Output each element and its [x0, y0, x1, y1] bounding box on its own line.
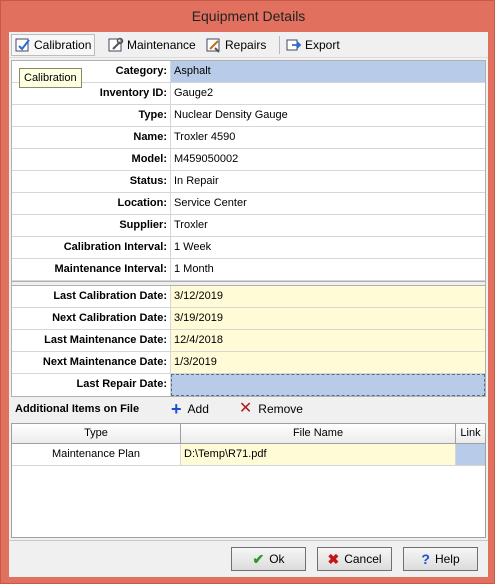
field-label: Maintenance Interval:: [12, 259, 171, 280]
status-field[interactable]: In Repair: [171, 171, 485, 192]
plus-icon: +: [171, 399, 182, 419]
field-row-type: Type: Nuclear Density Gauge: [12, 105, 485, 127]
inventory-id-field[interactable]: Gauge2: [171, 83, 485, 104]
help-question-icon: ?: [421, 551, 430, 567]
field-row-supplier: Supplier: Troxler: [12, 215, 485, 237]
export-label: Export: [305, 38, 340, 52]
cancel-label: Cancel: [344, 552, 382, 566]
field-label: Last Maintenance Date:: [12, 330, 171, 351]
additional-items-bar: Additional Items on File + Add ✕ Remove: [11, 398, 486, 420]
additional-items-title: Additional Items on File: [15, 403, 140, 415]
model-field[interactable]: M459050002: [171, 149, 485, 170]
field-label: Last Calibration Date:: [12, 286, 171, 307]
date-row-next-calibration: Next Calibration Date: 3/19/2019: [12, 308, 485, 330]
dialog-button-bar: ✔ Ok ✖ Cancel ? Help: [9, 540, 488, 577]
date-row-next-maintenance: Next Maintenance Date: 1/3/2019: [12, 352, 485, 374]
field-row-name: Name: Troxler 4590: [12, 127, 485, 149]
date-row-last-calibration: Last Calibration Date: 3/12/2019: [12, 286, 485, 308]
last-repair-date-field[interactable]: [171, 374, 485, 396]
field-label: Calibration Interval:: [12, 237, 171, 258]
equipment-form: Category: Asphalt Inventory ID: Gauge2 T…: [11, 60, 486, 397]
calibration-tooltip: Calibration: [19, 68, 82, 88]
remove-x-icon: ✕: [238, 400, 253, 417]
export-icon: [286, 37, 302, 53]
field-label: Next Calibration Date:: [12, 308, 171, 329]
column-header-link[interactable]: Link: [456, 424, 485, 443]
toolbar-separator: [279, 36, 280, 54]
repairs-label: Repairs: [225, 38, 267, 52]
field-label: Name:: [12, 127, 171, 148]
repairs-button[interactable]: Repairs: [203, 34, 269, 56]
field-label: Type:: [12, 105, 171, 126]
cell-type[interactable]: Maintenance Plan: [12, 444, 181, 465]
add-label: Add: [187, 402, 209, 416]
calibration-interval-field[interactable]: 1 Week: [171, 237, 485, 258]
date-row-last-repair: Last Repair Date:: [12, 374, 485, 396]
remove-label: Remove: [258, 402, 303, 416]
toolbar: Calibration Maintenance Repairs Export: [9, 32, 488, 58]
field-label: Status:: [12, 171, 171, 192]
checkmark-icon: ✔: [252, 550, 265, 567]
calibration-label: Calibration: [34, 38, 92, 52]
field-row-location: Location: Service Center: [12, 193, 485, 215]
next-calibration-date-field[interactable]: 3/19/2019: [171, 308, 485, 329]
field-label: Last Repair Date:: [12, 374, 171, 396]
field-row-maintenance-interval: Maintenance Interval: 1 Month: [12, 259, 485, 281]
type-field[interactable]: Nuclear Density Gauge: [171, 105, 485, 126]
column-header-type[interactable]: Type: [12, 424, 181, 443]
maintenance-icon: [108, 37, 124, 53]
maintenance-button[interactable]: Maintenance: [105, 34, 199, 56]
ok-label: Ok: [269, 552, 285, 566]
dialog-client: Calibration Maintenance Repairs Export C…: [9, 32, 488, 577]
cancel-x-icon: ✖: [327, 550, 340, 567]
cell-link[interactable]: [456, 444, 485, 465]
help-label: Help: [434, 552, 460, 566]
category-field[interactable]: Asphalt: [171, 61, 485, 82]
field-label: Next Maintenance Date:: [12, 352, 171, 373]
supplier-field[interactable]: Troxler: [171, 215, 485, 236]
cancel-button[interactable]: ✖ Cancel: [317, 547, 392, 571]
items-grid: Type File Name Link Maintenance Plan D:\…: [11, 423, 486, 538]
field-label: Supplier:: [12, 215, 171, 236]
add-item-button[interactable]: + Add: [171, 399, 209, 419]
date-row-last-maintenance: Last Maintenance Date: 12/4/2018: [12, 330, 485, 352]
field-row-inventory-id: Inventory ID: Gauge2: [12, 83, 485, 105]
field-row-status: Status: In Repair: [12, 171, 485, 193]
last-maintenance-date-field[interactable]: 12/4/2018: [171, 330, 485, 351]
export-button[interactable]: Export: [283, 34, 343, 56]
last-calibration-date-field[interactable]: 3/12/2019: [171, 286, 485, 307]
field-row-model: Model: M459050002: [12, 149, 485, 171]
field-label: Model:: [12, 149, 171, 170]
field-row-category: Category: Asphalt: [12, 61, 485, 83]
help-button[interactable]: ? Help: [403, 547, 478, 571]
maintenance-interval-field[interactable]: 1 Month: [171, 259, 485, 280]
repairs-icon: [206, 37, 222, 53]
calibration-button[interactable]: Calibration: [11, 34, 96, 56]
location-field[interactable]: Service Center: [171, 193, 485, 214]
window-title: Equipment Details: [191, 8, 306, 24]
next-maintenance-date-field[interactable]: 1/3/2019: [171, 352, 485, 373]
column-header-file-name[interactable]: File Name: [181, 424, 456, 443]
field-row-calibration-interval: Calibration Interval: 1 Week: [12, 237, 485, 259]
maintenance-label: Maintenance: [127, 38, 196, 52]
grid-header: Type File Name Link: [12, 424, 485, 444]
remove-item-button[interactable]: ✕ Remove: [239, 401, 303, 417]
table-row[interactable]: Maintenance Plan D:\Temp\R71.pdf: [12, 444, 485, 466]
name-field[interactable]: Troxler 4590: [171, 127, 485, 148]
field-label: Location:: [12, 193, 171, 214]
equipment-details-window: Equipment Details Calibration Maintenanc…: [0, 0, 495, 584]
cell-file-name[interactable]: D:\Temp\R71.pdf: [181, 444, 456, 465]
ok-button[interactable]: ✔ Ok: [231, 547, 306, 571]
calibration-icon: [15, 37, 31, 53]
